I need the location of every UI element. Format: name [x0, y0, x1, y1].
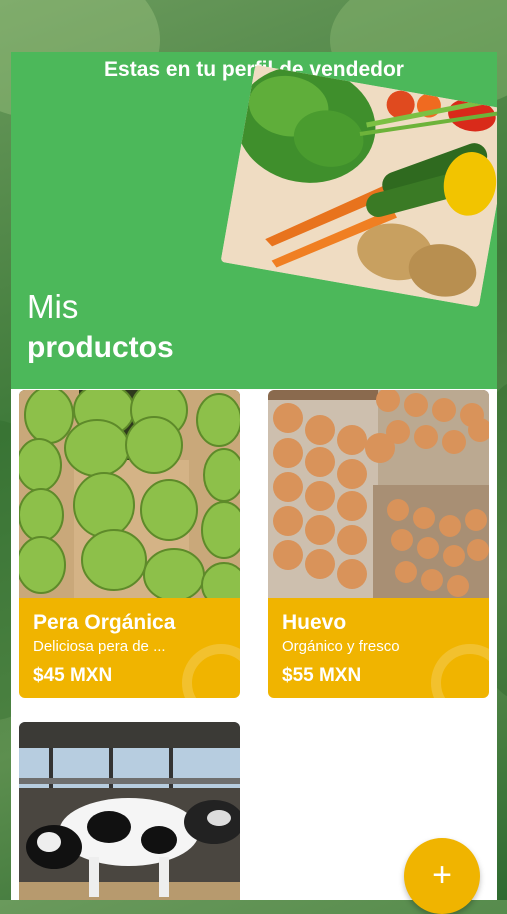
product-info-pear: Pera Orgánica Deliciosa pera de ... $45 … [19, 598, 240, 698]
seller-profile-screen: Estas en tu perfil de vendedor Mis produ… [11, 52, 497, 900]
header-panel: Estas en tu perfil de vendedor Mis produ… [11, 52, 497, 389]
product-card-milk[interactable] [19, 722, 240, 900]
product-info-egg: Huevo Orgánico y fresco $55 MXN [268, 598, 489, 698]
vegetables-image [220, 64, 497, 308]
product-price: $55 MXN [282, 665, 362, 686]
product-description: Deliciosa pera de ... [33, 638, 166, 655]
product-price: $45 MXN [33, 665, 113, 686]
product-description: Orgánico y fresco [282, 638, 400, 655]
cows-image [19, 722, 240, 900]
pear-image [19, 390, 240, 598]
eggs-image [268, 390, 489, 598]
section-title-light: Mis [27, 288, 79, 325]
product-card-egg[interactable]: Huevo Orgánico y fresco $55 MXN [268, 390, 489, 698]
decorative-ring [182, 644, 240, 698]
add-product-button[interactable]: + [404, 838, 480, 914]
product-name: Pera Orgánica [33, 611, 176, 634]
decorative-ring [431, 644, 489, 698]
product-name: Huevo [282, 611, 347, 634]
product-card-pear[interactable]: Pera Orgánica Deliciosa pera de ... $45 … [19, 390, 240, 698]
plus-icon: + [432, 856, 452, 894]
section-title-bold: productos [27, 331, 174, 364]
